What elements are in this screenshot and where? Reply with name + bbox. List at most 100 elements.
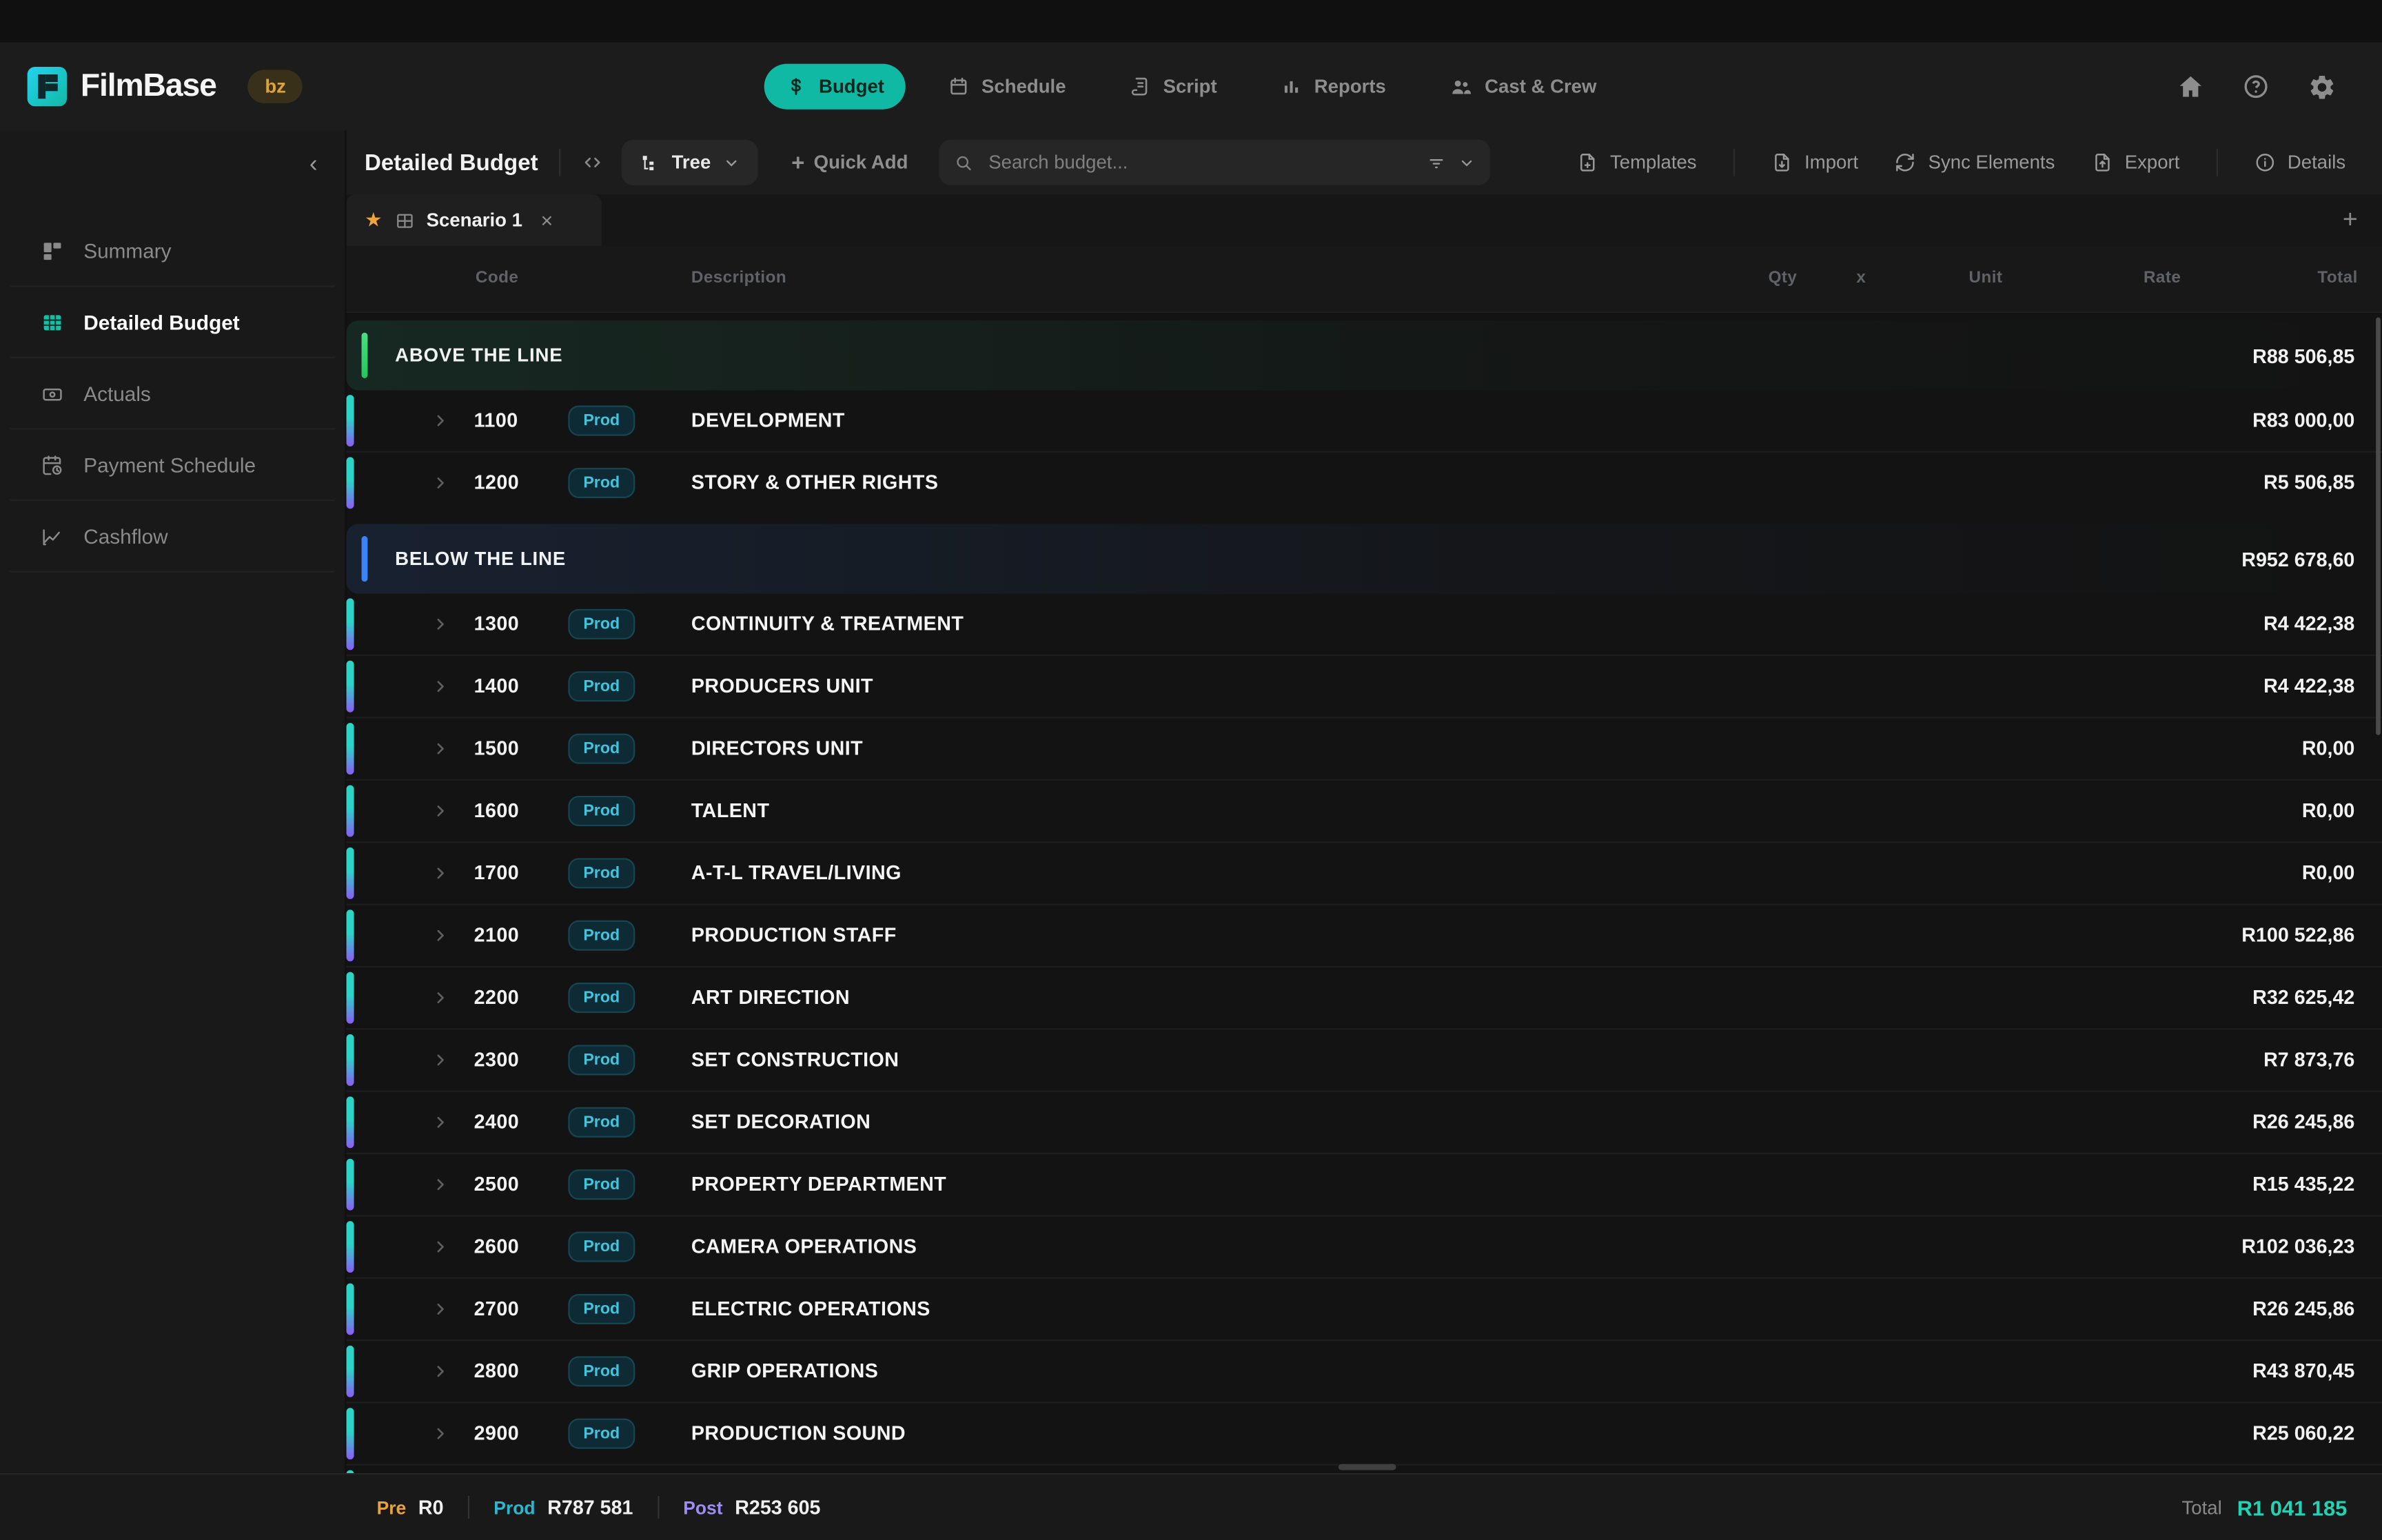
- nav-tab-cast-crew[interactable]: Cast & Crew: [1429, 63, 1618, 110]
- section-row-above-the-line[interactable]: ABOVE THE LINER88 506,85: [347, 320, 2382, 390]
- chevron-right-icon[interactable]: [431, 739, 449, 757]
- chevron-right-icon[interactable]: [431, 1238, 449, 1255]
- sidebar-item-detailed-budget[interactable]: Detailed Budget: [9, 287, 336, 359]
- budget-row-2900[interactable]: 2900ProdPRODUCTION SOUNDR25 060,22: [347, 1402, 2382, 1464]
- nav-tab-budget[interactable]: Budget: [764, 64, 906, 110]
- sync-elements-button[interactable]: Sync Elements: [1895, 152, 2055, 173]
- view-mode-dropdown[interactable]: Tree: [622, 140, 758, 185]
- chevron-right-icon[interactable]: [431, 1362, 449, 1380]
- import-label: Import: [1804, 152, 1858, 173]
- row-total: R100 522,86: [2241, 923, 2354, 946]
- chevron-right-icon[interactable]: [431, 1051, 449, 1069]
- budget-row-2300[interactable]: 2300ProdSET CONSTRUCTIONR7 873,76: [347, 1028, 2382, 1090]
- row-accent-bar: [347, 395, 354, 446]
- details-button[interactable]: Details: [2254, 152, 2345, 173]
- row-total: R43 870,45: [2252, 1359, 2354, 1382]
- app-window: FilmBase bz Budget Schedule: [0, 0, 2382, 1540]
- chevron-right-icon[interactable]: [431, 474, 449, 492]
- budget-row-2400[interactable]: 2400ProdSET DECORATIONR26 245,86: [347, 1091, 2382, 1153]
- quick-add-button[interactable]: + Quick Add: [791, 151, 908, 174]
- import-button[interactable]: Import: [1771, 152, 1859, 173]
- home-icon[interactable]: [2177, 73, 2204, 101]
- close-tab-icon[interactable]: ×: [540, 208, 553, 232]
- budget-row-2200[interactable]: 2200ProdART DIRECTIONR32 625,42: [347, 966, 2382, 1028]
- sidebar-item-payment-schedule[interactable]: Payment Schedule: [9, 430, 336, 502]
- chevron-right-icon[interactable]: [431, 927, 449, 945]
- budget-row-2800[interactable]: 2800ProdGRIP OPERATIONSR43 870,45: [347, 1339, 2382, 1402]
- budget-toolbar: Detailed Budget Tree: [347, 131, 2382, 195]
- chevron-down-icon: [723, 154, 740, 171]
- templates-button[interactable]: Templates: [1577, 152, 1697, 173]
- budget-search[interactable]: [939, 140, 1490, 185]
- chevron-right-icon[interactable]: [431, 1175, 449, 1193]
- sidebar-collapse-icon[interactable]: ‹: [309, 152, 318, 179]
- chevron-right-icon[interactable]: [431, 1424, 449, 1442]
- app-logo[interactable]: FilmBase bz: [28, 67, 303, 106]
- section-accent-bar: [362, 536, 368, 582]
- post-label: Post: [683, 1497, 722, 1518]
- divider: [468, 1496, 469, 1519]
- export-button[interactable]: Export: [2091, 152, 2179, 173]
- settings-gear-icon[interactable]: [2308, 72, 2337, 101]
- chevron-right-icon[interactable]: [431, 1113, 449, 1131]
- budget-row-1600[interactable]: 1600ProdTALENTR0,00: [347, 779, 2382, 841]
- chevron-right-icon[interactable]: [431, 677, 449, 695]
- column-header-multiplier[interactable]: x: [1856, 269, 1866, 287]
- chevron-right-icon[interactable]: [431, 989, 449, 1007]
- horizontal-scrollbar[interactable]: [1338, 1464, 1396, 1470]
- nav-tab-schedule[interactable]: Schedule: [927, 64, 1088, 110]
- chevron-right-icon[interactable]: [431, 1300, 449, 1318]
- script-icon: [1130, 76, 1151, 97]
- sync-icon: [1895, 152, 1916, 173]
- vertical-scrollbar[interactable]: [2376, 318, 2381, 735]
- scenario-tab[interactable]: ★ Scenario 1 ×: [347, 194, 602, 246]
- chevron-right-icon[interactable]: [431, 864, 449, 882]
- help-icon[interactable]: [2242, 73, 2270, 101]
- workspace-badge[interactable]: bz: [248, 70, 303, 103]
- budget-row-2500[interactable]: 2500ProdPROPERTY DEPARTMENTR15 435,22: [347, 1153, 2382, 1215]
- column-header-qty[interactable]: Qty: [1769, 269, 1798, 287]
- chevron-right-icon[interactable]: [431, 411, 449, 429]
- row-accent-bar: [347, 1034, 354, 1086]
- sidebar-item-summary[interactable]: Summary: [9, 216, 336, 287]
- sidebar-item-actuals[interactable]: Actuals: [9, 358, 336, 430]
- budget-row-1400[interactable]: 1400ProdPRODUCERS UNITR4 422,38: [347, 655, 2382, 717]
- budget-row-2600[interactable]: 2600ProdCAMERA OPERATIONSR102 036,23: [347, 1215, 2382, 1277]
- budget-row-1500[interactable]: 1500ProdDIRECTORS UNITR0,00: [347, 717, 2382, 779]
- section-row-below-the-line[interactable]: BELOW THE LINER952 678,60: [347, 524, 2382, 593]
- column-header-rate[interactable]: Rate: [2144, 269, 2181, 287]
- nav-tab-script[interactable]: Script: [1108, 64, 1238, 110]
- row-code: 1300: [474, 612, 520, 635]
- section-accent-bar: [362, 333, 368, 378]
- budget-row-1100[interactable]: 1100ProdDEVELOPMENTR83 000,00: [347, 390, 2382, 451]
- chevron-down-icon[interactable]: [1458, 154, 1474, 171]
- search-input[interactable]: [986, 150, 1414, 174]
- column-header-total[interactable]: Total: [2317, 269, 2357, 287]
- row-code: 1400: [474, 675, 520, 697]
- app-title: FilmBase: [81, 68, 216, 105]
- budget-row-1200[interactable]: 1200ProdSTORY & OTHER RIGHTSR5 506,85: [347, 451, 2382, 513]
- nav-tab-reports[interactable]: Reports: [1259, 64, 1407, 110]
- row-accent-bar: [347, 786, 354, 837]
- chevron-right-icon[interactable]: [431, 802, 449, 820]
- column-header-description[interactable]: Description: [691, 269, 786, 287]
- row-code: 1700: [474, 861, 520, 884]
- sidebar-item-cashflow[interactable]: Cashflow: [9, 501, 336, 573]
- file-down-icon: [1771, 152, 1793, 173]
- chevron-right-icon[interactable]: [431, 615, 449, 633]
- budget-row-2100[interactable]: 2100ProdPRODUCTION STAFFR100 522,86: [347, 903, 2382, 965]
- budget-row-1300[interactable]: 1300ProdCONTINUITY & TREATMENTR4 422,38: [347, 594, 2382, 655]
- row-accent-bar: [347, 1283, 354, 1335]
- prod-badge: Prod: [568, 609, 635, 639]
- row-total: R4 422,38: [2263, 612, 2354, 635]
- favorite-star-icon[interactable]: ★: [365, 208, 383, 232]
- budget-row-1700[interactable]: 1700ProdA-T-L TRAVEL/LIVINGR0,00: [347, 841, 2382, 903]
- column-header-code[interactable]: Code: [476, 269, 518, 287]
- add-scenario-icon[interactable]: +: [2343, 205, 2358, 236]
- column-header-unit[interactable]: Unit: [1969, 269, 2003, 287]
- filter-icon[interactable]: [1426, 153, 1446, 173]
- budget-row-2700[interactable]: 2700ProdELECTRIC OPERATIONSR26 245,86: [347, 1277, 2382, 1339]
- code-brackets-icon[interactable]: [582, 152, 604, 173]
- row-accent-bar: [347, 1346, 354, 1397]
- row-code: 2300: [474, 1048, 520, 1071]
